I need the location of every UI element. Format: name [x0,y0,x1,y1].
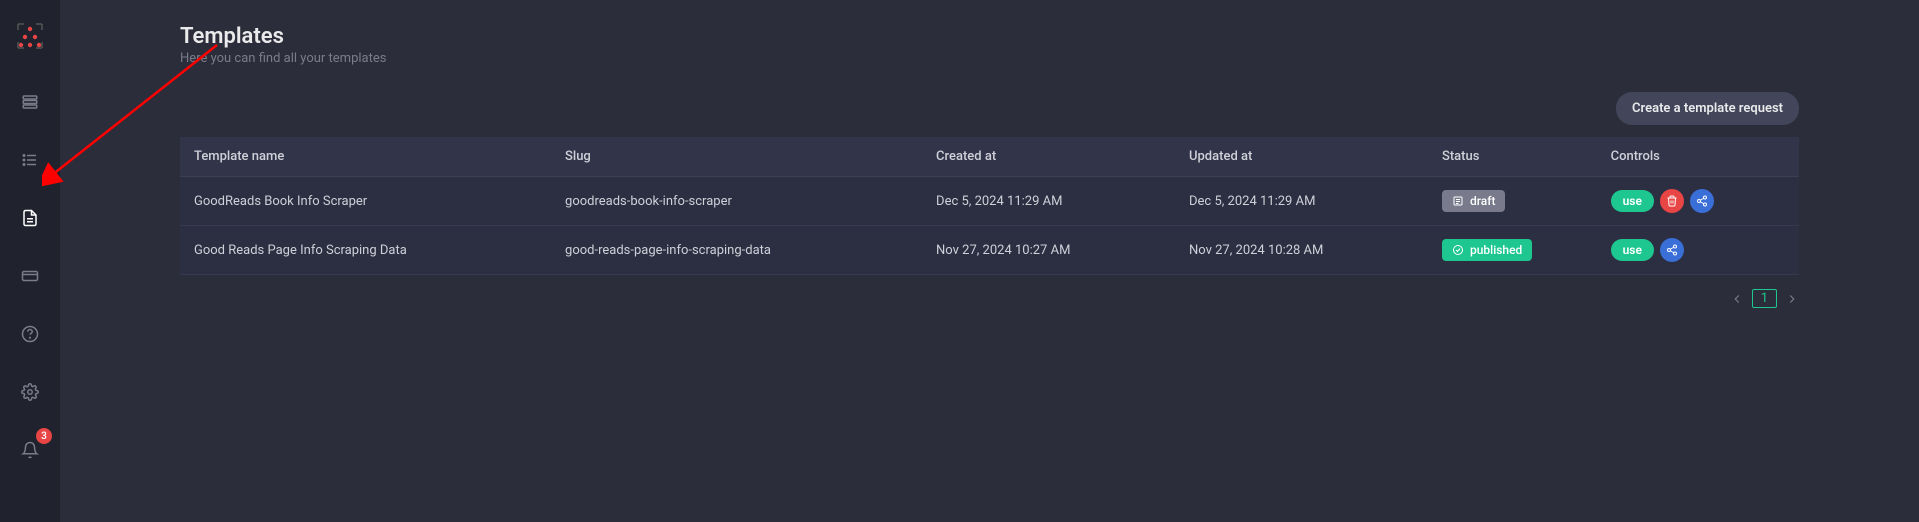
nav-billing-icon[interactable] [12,258,48,294]
status-badge: draft [1442,190,1506,212]
nav-templates-icon[interactable] [12,200,48,236]
page-subtitle: Here you can find all your templates [180,51,1799,66]
nav-notifications-icon[interactable]: 3 [12,432,48,468]
cell-controls: use [1597,177,1799,226]
nav-help-icon[interactable] [12,316,48,352]
col-name: Template name [180,137,551,177]
share-button[interactable] [1660,238,1684,262]
nav-servers-icon[interactable] [12,84,48,120]
templates-table: Template name Slug Created at Updated at… [180,137,1799,275]
sidebar: 3 [0,0,60,522]
cell-name: Good Reads Page Info Scraping Data [180,226,551,275]
table-row: Good Reads Page Info Scraping Datagood-r… [180,226,1799,275]
cell-status: draft [1428,177,1597,226]
action-row: Create a template request [180,92,1799,125]
col-slug: Slug [551,137,922,177]
nav-list-icon[interactable] [12,142,48,178]
cell-slug: goodreads-book-info-scraper [551,177,922,226]
pagination-next[interactable] [1785,292,1799,306]
cell-name: GoodReads Book Info Scraper [180,177,551,226]
main-content: Templates Here you can find all your tem… [60,0,1919,522]
cell-controls: use [1597,226,1799,275]
share-button[interactable] [1690,189,1714,213]
use-button[interactable]: use [1611,239,1654,261]
col-updated: Updated at [1175,137,1428,177]
cell-slug: good-reads-page-info-scraping-data [551,226,922,275]
page-title: Templates [180,24,1799,49]
pagination-current[interactable]: 1 [1752,289,1777,308]
app-logo[interactable] [14,20,46,52]
col-status: Status [1428,137,1597,177]
delete-button[interactable] [1660,189,1684,213]
col-created: Created at [922,137,1175,177]
nav-settings-icon[interactable] [12,374,48,410]
table-row: GoodReads Book Info Scrapergoodreads-boo… [180,177,1799,226]
col-controls: Controls [1597,137,1799,177]
create-template-request-button[interactable]: Create a template request [1616,92,1799,125]
cell-created: Nov 27, 2024 10:27 AM [922,226,1175,275]
use-button[interactable]: use [1611,190,1654,212]
templates-table-wrap: Template name Slug Created at Updated at… [180,137,1799,275]
cell-created: Dec 5, 2024 11:29 AM [922,177,1175,226]
status-badge: published [1442,239,1532,261]
notification-badge: 3 [36,428,52,444]
pagination-prev[interactable] [1730,292,1744,306]
cell-status: published [1428,226,1597,275]
pagination: 1 [180,289,1799,308]
cell-updated: Nov 27, 2024 10:28 AM [1175,226,1428,275]
page-header: Templates Here you can find all your tem… [180,24,1799,66]
cell-updated: Dec 5, 2024 11:29 AM [1175,177,1428,226]
